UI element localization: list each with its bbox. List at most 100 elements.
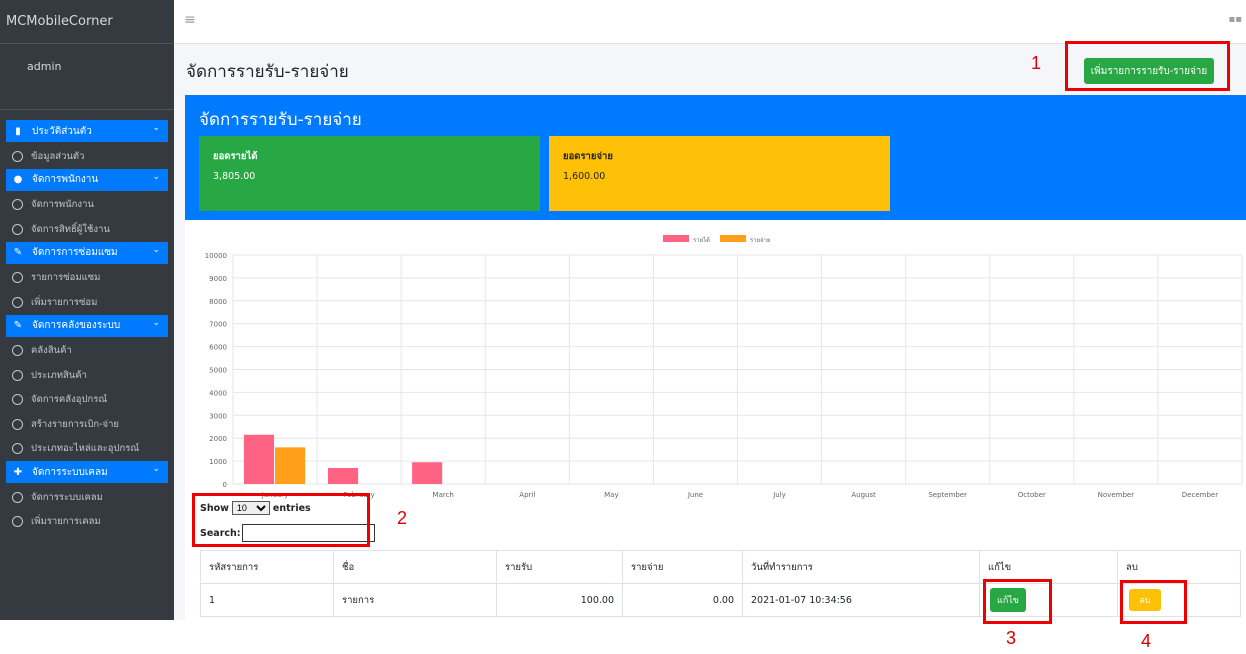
sidebar-item-create-withdrawal[interactable]: สร้างรายการเบิก-จ่าย: [0, 412, 174, 437]
x-tick-label: September: [928, 491, 967, 499]
sidebar-item-profile-info[interactable]: ข้อมูลส่วนตัว: [0, 144, 174, 169]
sidebar-group-label: จัดการระบบเคลม: [32, 466, 108, 478]
col-header-income[interactable]: รายรับ: [496, 550, 623, 584]
sidebar-group-employees[interactable]: ● จัดการพนักงาน ⌄: [6, 168, 168, 191]
puzzle-icon: ✚: [13, 466, 23, 478]
cell-income: 100.00: [496, 583, 623, 617]
annotation-number-4: 4: [1141, 631, 1152, 651]
legend-label-income: รายได้: [693, 236, 710, 244]
sidebar-item-label: เพิ่มรายการซ่อม: [31, 296, 98, 308]
chevron-down-icon: ⌄: [152, 123, 160, 133]
user-name[interactable]: admin: [0, 44, 174, 110]
annotation-box-1: [1065, 41, 1230, 91]
circle-icon: [12, 369, 23, 381]
grid-icon[interactable]: ▪▪: [1228, 14, 1242, 25]
sidebar-item-label: สร้างรายการเบิก-จ่าย: [31, 418, 119, 430]
sidebar-item-manage-employees[interactable]: จัดการพนักงาน: [0, 193, 174, 218]
sidebar-group-profile[interactable]: ▮ ประวัติส่วนตัว ⌄: [6, 120, 168, 142]
sidebar-item-label: เพิ่มรายการเคลม: [31, 516, 101, 528]
x-tick-label: July: [772, 491, 786, 499]
annotation-box-4: [1120, 580, 1187, 624]
sidebar-item-label: รายการซ่อมแซม: [31, 272, 101, 284]
sidebar-nav: ▮ ประวัติส่วนตัว ⌄ ข้อมูลส่วนตัว ● จัดกา…: [0, 110, 174, 534]
col-header-date[interactable]: วันที่ทำรายการ: [742, 550, 980, 584]
annotation-number-3: 3: [1006, 628, 1017, 648]
y-tick-label: 6000: [209, 344, 227, 352]
chevron-down-icon: ⌄: [152, 171, 160, 182]
x-tick-label: December: [1182, 491, 1218, 499]
col-header-name[interactable]: ชื่อ: [333, 550, 497, 584]
table-header-row: รหัสรายการ ชื่อ รายรับ รายจ่าย วันที่ทำร…: [200, 550, 1241, 584]
wrench-icon: ✎: [13, 320, 23, 331]
sidebar-item-repair-list[interactable]: รายการซ่อมแซม: [0, 266, 174, 291]
y-tick-label: 10000: [205, 252, 227, 260]
x-tick-label: August: [851, 491, 876, 499]
hamburger-icon[interactable]: ≡: [184, 12, 196, 28]
col-header-delete[interactable]: ลบ: [1117, 550, 1241, 584]
col-header-id[interactable]: รหัสรายการ: [200, 550, 334, 584]
circle-icon: [12, 516, 23, 528]
transactions-table: รหัสรายการ ชื่อ รายรับ รายจ่าย วันที่ทำร…: [200, 550, 1241, 617]
circle-icon: [12, 345, 23, 357]
sidebar-item-add-claim[interactable]: เพิ่มรายการเคลม: [0, 510, 174, 535]
sidebar-group-repairs[interactable]: ✎ จัดการการซ่อมแซม ⌄: [6, 241, 168, 264]
income-summary-box: ยอดรายได้ 3,805.00: [199, 136, 540, 211]
sidebar-group-claims[interactable]: ✚ จัดการระบบเคลม ⌄: [6, 461, 168, 483]
y-tick-label: 9000: [209, 275, 227, 283]
sidebar-group-label: จัดการพนักงาน: [32, 174, 99, 185]
y-tick-label: 4000: [209, 389, 227, 397]
y-tick-label: 3000: [209, 412, 227, 420]
bar-chart-svg: 0 1000 2000 3000 4000 5000 6000 7000 8000 9000 100…: [205, 235, 1243, 499]
y-tick-label: 1000: [209, 458, 227, 466]
legend-swatch-expense: [720, 235, 746, 242]
sidebar-item-label: จัดการระบบเคลม: [31, 491, 103, 503]
annotation-number-2: 2: [397, 508, 408, 528]
sidebar-item-manage-claims[interactable]: จัดการระบบเคลม: [0, 485, 174, 510]
page-title: จัดการรายรับ-รายจ่าย: [186, 62, 349, 82]
bar-february-income: [328, 467, 359, 484]
y-tick-label: 2000: [209, 435, 227, 443]
bar-january-expense: [275, 447, 306, 484]
y-tick-label: 8000: [209, 298, 227, 306]
y-tick-label: 0: [223, 481, 227, 489]
chevron-down-icon: ⌄: [152, 464, 160, 474]
sidebar: MCMobileCorner admin ▮ ประวัติส่วนตัว ⌄ …: [0, 0, 174, 620]
chevron-down-icon: ⌄: [152, 244, 160, 255]
sidebar-item-product-types[interactable]: ประเภทสินค้า: [0, 363, 174, 388]
expense-summary-box: ยอดรายจ่าย 1,600.00: [549, 136, 890, 211]
legend-swatch-income: [663, 235, 689, 242]
expense-value: 1,600.00: [563, 171, 606, 182]
cell-id: 1: [200, 583, 334, 617]
circle-icon: [12, 418, 23, 430]
annotation-box-2: [192, 493, 370, 547]
circle-icon: [12, 150, 23, 162]
sidebar-item-add-repair[interactable]: เพิ่มรายการซ่อม: [0, 290, 174, 315]
sidebar-group-inventory[interactable]: ✎ จัดการคลังของระบบ ⌄: [6, 314, 168, 337]
annotation-number-1: 1: [1031, 53, 1042, 73]
sidebar-item-label: จัดการคลังอุปกรณ์: [31, 394, 108, 406]
sidebar-item-equipment-stock[interactable]: จัดการคลังอุปกรณ์: [0, 388, 174, 413]
sidebar-item-warehouse[interactable]: คลังสินค้า: [0, 339, 174, 364]
circle-icon: [12, 443, 23, 455]
expense-label: ยอดรายจ่าย: [563, 151, 613, 162]
x-tick-label: October: [1018, 491, 1046, 499]
bar-january-income: [243, 434, 275, 484]
sidebar-item-label: จัดการพนักงาน: [31, 199, 94, 211]
chevron-down-icon: ⌄: [152, 317, 160, 328]
x-tick-label: March: [433, 491, 454, 499]
x-tick-label: April: [519, 491, 535, 499]
card-header: จัดการรายรับ-รายจ่าย ยอดรายได้ 3,805.00 …: [185, 95, 1246, 220]
income-expense-chart: 0 1000 2000 3000 4000 5000 6000 7000 8000 9000 100…: [185, 220, 1246, 505]
users-icon: ●: [13, 174, 23, 185]
sidebar-item-user-permissions[interactable]: จัดการสิทธิ์ผู้ใช้งาน: [0, 217, 174, 242]
cell-name: รายการ: [333, 583, 497, 617]
id-card-icon: ▮: [15, 125, 21, 137]
circle-icon: [12, 272, 23, 284]
circle-icon: [12, 394, 23, 406]
legend-label-expense: รายจ่าย: [750, 237, 771, 244]
sidebar-item-parts-types[interactable]: ประเภทอะไหล่และอุปกรณ์: [0, 437, 174, 462]
col-header-expense[interactable]: รายจ่าย: [622, 550, 743, 584]
brand-name[interactable]: MCMobileCorner: [0, 0, 174, 44]
sidebar-group-label: จัดการการซ่อมแซม: [32, 247, 118, 258]
cell-date: 2021-01-07 10:34:56: [742, 583, 980, 617]
